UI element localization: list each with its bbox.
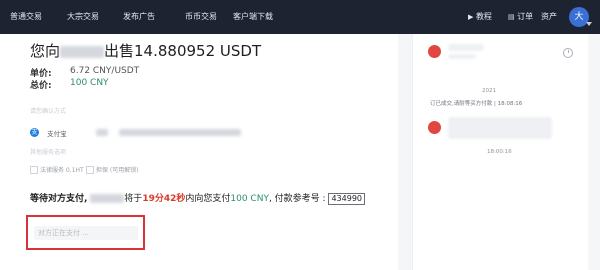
play-icon: ▶ [468,13,474,21]
legal-service-checkbox[interactable] [30,166,38,174]
nav-item-client-download[interactable]: 客户端下载 [233,11,273,22]
clock-icon[interactable] [563,48,573,58]
message-timestamp: 18:00:16 [487,149,512,155]
assets-link[interactable]: 资产 [541,11,557,22]
nav-item-spot-trade[interactable]: 普通交易 [10,11,42,22]
orders-link[interactable]: ▤ 订单 [508,11,533,22]
wait-mid: 将于 [124,194,143,204]
waiting-payment-button[interactable]: 对方正在支付 ... [34,226,138,240]
title-suffix: 出售14.880952 USDT [104,42,262,60]
orders-label: 订单 [517,12,534,21]
payment-method-label: 请您确认方式 [30,108,67,115]
tutorial-link[interactable]: ▶ 教程 [468,11,492,22]
redacted-counterparty-status [448,54,476,59]
total-label: 总价: [30,81,52,91]
redacted-account-name [95,129,108,136]
redacted-counterparty-name [448,44,484,51]
reference-label: , 付款参考号 : [268,194,326,204]
top-navigation-bar: 普通交易 大宗交易 发布广告 币币交易 客户端下载 ▶ 教程 ▤ 订单 资产 大 [0,0,600,34]
wait-amount: 100 CNY [230,194,269,204]
chevron-down-icon[interactable] [586,22,592,26]
message-avatar [428,121,441,134]
waiting-status-line: 等待对方支付, 将于19分42秒内向您支付100 CNY, 付款参考号 : 43… [30,191,365,205]
alipay-label: 支付宝 [47,129,67,138]
total-value: 100 CNY [70,78,109,88]
orders-icon: ▤ [508,13,515,21]
nav-item-coin-trade[interactable]: 币币交易 [185,11,217,22]
redacted-message-bubble [448,117,552,139]
counterparty-avatar [428,45,441,58]
payment-method-row: 支 支付宝 [30,122,241,138]
redacted-username [60,45,105,58]
alipay-icon: 支 [30,128,39,137]
services-label: 其他服务选项 [30,149,67,156]
nav-item-block-trade[interactable]: 大宗交易 [67,11,99,22]
page-title: 您向 出售14.880952 USDT [30,40,261,61]
wait-after-time: 内向您支付 [185,194,231,204]
title-prefix: 您向 [30,42,61,60]
tutorial-label: 教程 [475,12,492,21]
redacted-account-number [118,129,241,136]
guarantee-label: 担保 (可用解锁) [96,167,139,174]
chat-date: 2021 [482,88,496,94]
wait-prefix: 等待对方支付, [30,194,88,204]
system-message: 订已成交,请耐等买方付款 | 18:08:16 [430,101,523,107]
legal-service-label: 法律服务 0.1HT [40,167,84,174]
reference-code: 434990 [328,193,365,205]
guarantee-checkbox[interactable] [86,166,94,174]
redacted-buyer-name [90,194,125,203]
countdown-timer: 19分42秒 [142,194,186,204]
nav-item-post-ad[interactable]: 发布广告 [123,11,155,22]
unit-price-value: 6.72 CNY/USDT [70,66,140,76]
